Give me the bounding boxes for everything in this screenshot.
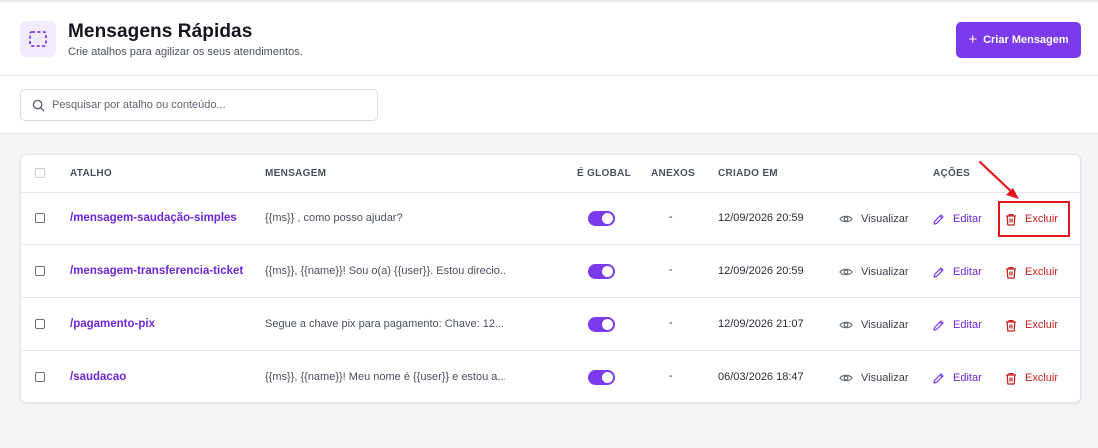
attachments-cell: - <box>669 370 673 382</box>
eye-icon <box>839 215 853 223</box>
delete-button[interactable]: Excluir <box>1004 313 1058 337</box>
pencil-icon <box>933 266 944 278</box>
pencil-icon <box>933 319 944 331</box>
view-label: Visualizar <box>861 319 909 331</box>
shortcut-cell[interactable]: /pagamento-pix <box>70 318 155 330</box>
eye-icon <box>839 374 853 382</box>
view-label: Visualizar <box>861 266 909 278</box>
attachments-cell: - <box>669 211 673 223</box>
global-toggle[interactable] <box>588 264 615 279</box>
table-row: /mensagem-transferencia-ticket {{ms}}, {… <box>21 246 1080 298</box>
column-header-global: É GLOBAL <box>577 168 632 179</box>
attachments-cell: - <box>669 317 673 329</box>
column-header-actions: AÇÕES <box>933 168 971 179</box>
trash-icon <box>1006 319 1016 332</box>
global-toggle[interactable] <box>588 317 615 332</box>
message-cell: {{ms}}, {{name}}! Meu nome é {{user}} e … <box>265 371 505 383</box>
view-label: Visualizar <box>861 213 909 225</box>
row-checkbox[interactable] <box>35 266 45 276</box>
column-header-message: MENSAGEM <box>265 168 327 179</box>
row-checkbox[interactable] <box>35 372 45 382</box>
message-cell: {{ms}}, {{name}}! Sou o(a) {{user}}. Est… <box>265 265 505 277</box>
select-all-checkbox[interactable] <box>35 168 45 178</box>
search-input[interactable] <box>52 90 372 120</box>
created-cell: 12/09/2026 21:07 <box>718 318 804 330</box>
eye-icon <box>839 321 853 329</box>
global-toggle[interactable] <box>588 211 615 226</box>
plus-icon: + <box>968 31 978 48</box>
search-box[interactable] <box>20 89 378 121</box>
table-row: /pagamento-pix Segue a chave pix para pa… <box>21 299 1080 351</box>
edit-button[interactable]: Editar <box>932 313 982 337</box>
trash-icon <box>1006 372 1016 385</box>
column-header-attachments: ANEXOS <box>651 168 696 179</box>
shortcut-cell[interactable]: /mensagem-saudação-simples <box>70 212 237 224</box>
edit-label: Editar <box>953 372 982 384</box>
global-toggle[interactable] <box>588 370 615 385</box>
delete-button[interactable]: Excluir <box>1004 260 1058 284</box>
view-button[interactable]: Visualizar <box>839 313 909 337</box>
page-logo <box>20 21 56 57</box>
pencil-icon <box>933 213 944 225</box>
table-row: /mensagem-saudação-simples {{ms}} , como… <box>21 193 1080 245</box>
message-cell: {{ms}} , como posso ajudar? <box>265 212 403 224</box>
edit-button[interactable]: Editar <box>932 260 982 284</box>
trash-icon <box>1006 266 1016 279</box>
row-checkbox[interactable] <box>35 213 45 223</box>
page-title: Mensagens Rápidas <box>68 21 253 42</box>
create-message-button[interactable]: + Criar Mensagem <box>956 22 1081 58</box>
edit-button[interactable]: Editar <box>932 366 982 390</box>
delete-label: Excluir <box>1025 266 1059 278</box>
created-cell: 06/03/2026 18:47 <box>718 371 804 383</box>
edit-button[interactable]: Editar <box>932 207 982 231</box>
column-header-created: CRIADO EM <box>718 168 778 179</box>
delete-label: Excluir <box>1025 319 1059 331</box>
message-cell: Segue a chave pix para pagamento: Chave:… <box>265 318 505 330</box>
delete-label: Excluir <box>1025 372 1059 384</box>
view-button[interactable]: Visualizar <box>839 207 909 231</box>
view-button[interactable]: Visualizar <box>839 260 909 284</box>
search-icon <box>32 99 45 112</box>
created-cell: 12/09/2026 20:59 <box>718 265 804 277</box>
created-cell: 12/09/2026 20:59 <box>718 212 804 224</box>
table-row: /saudacao {{ms}}, {{name}}! Meu nome é {… <box>21 352 1080 402</box>
view-button[interactable]: Visualizar <box>839 366 909 390</box>
column-header-shortcut: ATALHO <box>70 168 112 179</box>
annotation-highlight-box <box>998 201 1070 237</box>
view-label: Visualizar <box>861 372 909 384</box>
page-subtitle: Crie atalhos para agilizar os seus atend… <box>68 46 303 58</box>
messages-table: ATALHO MENSAGEM É GLOBAL ANEXOS CRIADO E… <box>20 154 1081 403</box>
page-header: Mensagens Rápidas Crie atalhos para agil… <box>0 0 1098 76</box>
delete-button[interactable]: Excluir <box>1004 366 1058 390</box>
create-message-label: Criar Mensagem <box>983 34 1069 46</box>
shortcut-cell[interactable]: /saudacao <box>70 371 126 383</box>
shortcut-cell[interactable]: /mensagem-transferencia-ticket <box>70 265 243 277</box>
edit-label: Editar <box>953 266 982 278</box>
edit-label: Editar <box>953 319 982 331</box>
annotation-arrow <box>978 160 1019 199</box>
search-bar-area <box>0 76 1098 134</box>
eye-icon <box>839 268 853 276</box>
pencil-icon <box>933 372 944 384</box>
edit-label: Editar <box>953 213 982 225</box>
dashed-square-icon <box>29 31 47 47</box>
attachments-cell: - <box>669 264 673 276</box>
row-checkbox[interactable] <box>35 319 45 329</box>
table-header: ATALHO MENSAGEM É GLOBAL ANEXOS CRIADO E… <box>21 155 1080 193</box>
